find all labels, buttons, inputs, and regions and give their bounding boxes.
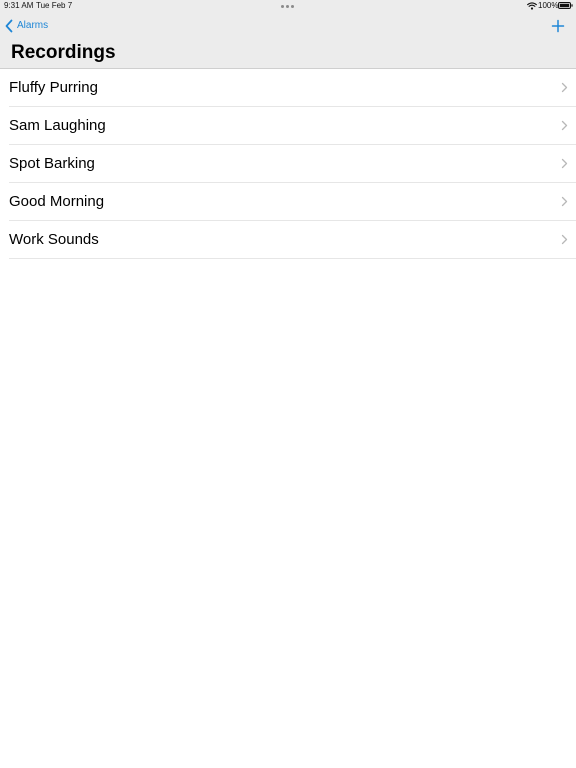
chevron-right-icon — [561, 120, 568, 131]
battery-icon — [558, 2, 573, 9]
chevron-right-icon — [561, 82, 568, 93]
battery-percentage: 100% — [538, 1, 559, 10]
wifi-icon — [527, 2, 537, 10]
list-item[interactable]: Sam Laughing — [9, 107, 576, 145]
list-item[interactable]: Fluffy Purring — [9, 69, 576, 107]
chevron-right-icon — [561, 234, 568, 245]
header: 9:31 AM Tue Feb 7 100% Alarms Recordings — [0, 0, 576, 69]
list-item-label: Spot Barking — [9, 155, 95, 172]
list-item-label: Sam Laughing — [9, 117, 106, 134]
chevron-left-icon — [5, 19, 13, 33]
status-date: Tue Feb 7 — [36, 1, 73, 10]
chevron-right-icon — [561, 196, 568, 207]
chevron-right-icon — [561, 158, 568, 169]
list-item[interactable]: Good Morning — [9, 183, 576, 221]
status-bar: 9:31 AM Tue Feb 7 100% — [0, 0, 576, 12]
more-dots-icon[interactable] — [281, 5, 295, 8]
list-item-label: Good Morning — [9, 193, 105, 210]
list-item-label: Work Sounds — [9, 231, 99, 248]
plus-icon[interactable] — [551, 19, 565, 33]
back-button[interactable]: Alarms — [4, 18, 48, 34]
list-item[interactable]: Spot Barking — [9, 145, 576, 183]
recordings-list: Fluffy Purring Sam Laughing Spot Barking… — [0, 69, 576, 259]
list-item-label: Fluffy Purring — [9, 79, 98, 96]
navigation-bar: Alarms — [0, 12, 576, 40]
page-title: Recordings — [11, 42, 116, 63]
back-button-label: Alarms — [17, 20, 49, 31]
list-item[interactable]: Work Sounds — [9, 221, 576, 259]
status-time: 9:31 AM — [4, 1, 34, 10]
